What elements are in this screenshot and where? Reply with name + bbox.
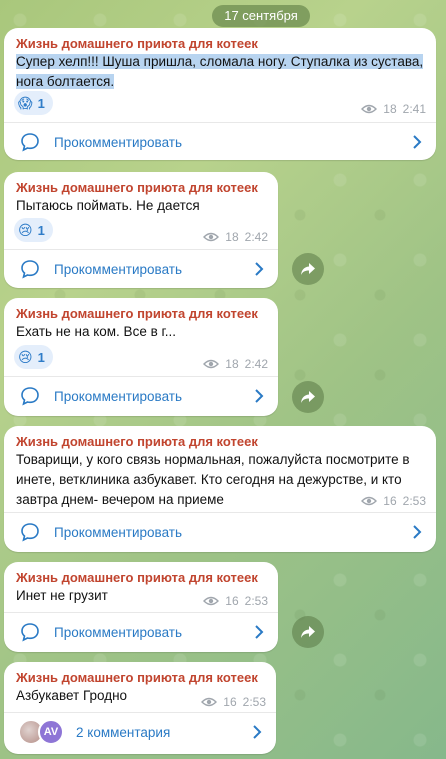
comment-label: Прокомментировать [54, 134, 182, 150]
share-button[interactable] [292, 616, 324, 648]
eye-icon [361, 104, 378, 114]
post-text-line: завтра днем- вечером на приеме [16, 492, 224, 507]
comments-button[interactable]: AV 2 комментария [4, 712, 276, 752]
post-text: Азбукавет Гродно [16, 686, 127, 706]
view-count: 18 [225, 357, 239, 371]
share-icon [301, 263, 315, 275]
channel-post-3[interactable]: Жизнь домашнего приюта для котеек Ехать … [4, 298, 278, 416]
share-button[interactable] [292, 253, 324, 285]
reaction-count: 1 [37, 222, 45, 238]
eye-icon [201, 697, 218, 707]
chevron-right-icon [413, 135, 422, 149]
post-meta: 16 2:53 [361, 494, 426, 508]
chevron-right-icon [253, 725, 262, 739]
chevron-right-icon [255, 625, 264, 639]
chevron-right-icon [413, 525, 422, 539]
comment-icon [21, 523, 39, 542]
avatar: AV [38, 719, 64, 745]
comment-label: Прокомментировать [54, 388, 182, 404]
comment-icon [21, 260, 39, 279]
post-time: 2:53 [244, 594, 268, 608]
share-icon [301, 626, 315, 638]
view-count: 16 [223, 695, 237, 709]
comment-icon [21, 387, 39, 406]
reaction-emoji: 😢 [18, 221, 33, 238]
reaction-count: 1 [37, 349, 45, 365]
channel-name: Жизнь домашнего приюта для котеек [16, 434, 258, 449]
comment-icon [21, 133, 39, 152]
share-icon [301, 391, 315, 403]
channel-name: Жизнь домашнего приюта для котеек [16, 670, 258, 685]
comments-count-label: 2 комментария [76, 724, 171, 740]
comment-button[interactable]: Прокомментировать [4, 376, 278, 416]
post-text-line: Супер хелп!!! Шуша пришла, сломала ногу.… [16, 54, 424, 69]
reaction-emoji: 😢 [18, 348, 33, 365]
comment-button[interactable]: Прокомментировать [4, 122, 436, 160]
post-text-line: Инет не грузит [16, 588, 108, 603]
post-meta: 18 2:42 [203, 230, 268, 244]
post-text-line: нога болтается. [16, 74, 115, 89]
post-time: 2:42 [244, 357, 268, 371]
reaction-count: 1 [37, 95, 45, 111]
post-time: 2:53 [242, 695, 266, 709]
post-text-line: Пытаюсь поймать. Не дается [16, 198, 200, 213]
channel-post-4[interactable]: Жизнь домашнего приюта для котеек Товари… [4, 426, 436, 552]
post-meta: 18 2:42 [203, 357, 268, 371]
post-text: Супер хелп!!! Шуша пришла, сломала ногу.… [16, 52, 424, 92]
eye-icon [203, 596, 220, 606]
post-time: 2:53 [402, 494, 426, 508]
chevron-right-icon [255, 389, 264, 403]
share-button[interactable] [292, 381, 324, 413]
comment-label: Прокомментировать [54, 524, 182, 540]
post-text-line: инете, ветклиника азбукавет. Кто сегодня… [16, 472, 402, 487]
view-count: 18 [383, 102, 397, 116]
eye-icon [203, 232, 220, 242]
post-meta: 16 2:53 [203, 594, 268, 608]
comment-button[interactable]: Прокомментировать [4, 612, 278, 652]
post-time: 2:42 [244, 230, 268, 244]
comment-label: Прокомментировать [54, 261, 182, 277]
channel-name: Жизнь домашнего приюта для котеек [16, 306, 258, 321]
channel-post-6[interactable]: Жизнь домашнего приюта для котеек Азбука… [4, 662, 276, 754]
post-text: Пытаюсь поймать. Не дается [16, 196, 200, 216]
post-meta: 18 2:41 [361, 102, 426, 116]
channel-name: Жизнь домашнего приюта для котеек [16, 36, 258, 51]
eye-icon [203, 359, 220, 369]
channel-post-1[interactable]: Жизнь домашнего приюта для котеек Супер … [4, 28, 436, 160]
channel-post-5[interactable]: Жизнь домашнего приюта для котеек Инет н… [4, 562, 278, 652]
view-count: 18 [225, 230, 239, 244]
reaction-badge[interactable]: 😱 1 [14, 91, 53, 115]
channel-name: Жизнь домашнего приюта для котеек [16, 180, 258, 195]
comment-button[interactable]: Прокомментировать [4, 512, 436, 552]
comment-label: Прокомментировать [54, 624, 182, 640]
comment-button[interactable]: Прокомментировать [4, 249, 278, 288]
date-separator: 17 сентября [212, 5, 310, 27]
post-text: Товарищи, у кого связь нормальная, пожал… [16, 450, 410, 510]
channel-name: Жизнь домашнего приюта для котеек [16, 570, 258, 585]
commenter-avatars: AV [18, 719, 64, 745]
post-text-line: Ехать не на ком. Все в г... [16, 324, 177, 339]
comment-icon [21, 623, 39, 642]
chevron-right-icon [255, 262, 264, 276]
post-text-line: Товарищи, у кого связь нормальная, пожал… [16, 452, 410, 467]
post-time: 2:41 [402, 102, 426, 116]
reaction-badge[interactable]: 😢 1 [14, 218, 53, 242]
post-text: Инет не грузит [16, 586, 108, 606]
view-count: 16 [225, 594, 239, 608]
reaction-emoji: 😱 [18, 94, 33, 111]
post-text-line: Азбукавет Гродно [16, 688, 128, 703]
post-meta: 16 2:53 [201, 695, 266, 709]
post-text: Ехать не на ком. Все в г... [16, 322, 176, 342]
view-count: 16 [383, 494, 397, 508]
eye-icon [361, 496, 378, 506]
reaction-badge[interactable]: 😢 1 [14, 345, 53, 369]
channel-post-2[interactable]: Жизнь домашнего приюта для котеек Пытаюс… [4, 172, 278, 288]
